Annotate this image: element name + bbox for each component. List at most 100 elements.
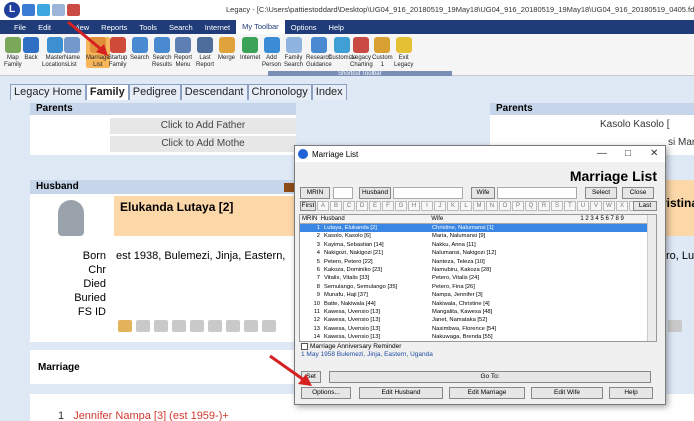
menu-options[interactable]: Options [285, 22, 323, 33]
maximize-button[interactable]: □ [625, 148, 631, 159]
minimize-button[interactable]: — [597, 148, 607, 159]
letter-r-button[interactable]: R [538, 201, 550, 211]
sources-icon[interactable] [208, 320, 222, 332]
spouses-icon[interactable] [154, 320, 168, 332]
letter-c-button[interactable]: C [343, 201, 355, 211]
tab-index[interactable]: Index [311, 84, 347, 100]
avatar[interactable] [58, 200, 84, 236]
wife-born-value[interactable]: ro, Luv [666, 250, 694, 262]
letter-q-button[interactable]: Q [525, 201, 537, 211]
ribbon-search-results-button[interactable]: Search Results [152, 37, 172, 68]
table-scrollbar[interactable] [647, 215, 656, 341]
letter-d-button[interactable]: D [356, 201, 368, 211]
children-icon[interactable] [172, 320, 186, 332]
letter-s-button[interactable]: S [551, 201, 563, 211]
table-row[interactable]: 12 Kawesa, Uvensio [13] Janet, Namataka [5… [300, 316, 656, 324]
first-button[interactable]: First [300, 201, 316, 211]
tab-legacy-home[interactable]: Legacy Home [10, 84, 86, 100]
letter-n-button[interactable]: N [486, 201, 498, 211]
table-row[interactable]: 13 Kawesa, Uvensio [13] Nasimbwa, Florence… [300, 325, 656, 333]
husband-search-input[interactable] [393, 187, 463, 199]
table-row[interactable]: 10 Batte, Nakiwala [44] Nakiwala, Christin… [300, 300, 656, 308]
letter-w-button[interactable]: W [603, 201, 615, 211]
menu-internet[interactable]: Internet [199, 22, 236, 33]
wife-search-input[interactable] [497, 187, 577, 199]
edit-wife-button[interactable]: Edit Wife [531, 387, 603, 399]
letter-h-button[interactable]: H [408, 201, 420, 211]
letter-o-button[interactable]: O [499, 201, 511, 211]
notes-icon[interactable] [190, 320, 204, 332]
close-window-button[interactable]: ✕ [650, 148, 658, 159]
anniversary-checkbox[interactable] [301, 343, 308, 350]
ribbon-name-list-button[interactable]: Name List [64, 37, 80, 68]
ribbon-map-family-button[interactable]: Map Family [4, 37, 22, 68]
pedigree-icon[interactable] [118, 320, 132, 332]
col-wife[interactable]: Wife [429, 215, 578, 223]
options-button[interactable]: Options... [301, 387, 351, 399]
menu-view[interactable]: View [67, 22, 95, 33]
born-value[interactable]: est 1938, Bulemezi, Jinja, Eastern, [116, 250, 294, 262]
letter-f-button[interactable]: F [382, 201, 394, 211]
table-row[interactable]: 2 Kasolo, Kasolo [6] Maria, Nalumansi [9] [300, 232, 656, 240]
ribbon-family-search-button[interactable]: Family Search [284, 37, 303, 68]
menu-tools[interactable]: Tools [133, 22, 163, 33]
legacy-logo-icon[interactable]: L [4, 2, 20, 18]
save-quick-icon[interactable] [52, 4, 65, 16]
edit-husband-button[interactable]: Edit Husband [359, 387, 443, 399]
menu-search[interactable]: Search [163, 22, 199, 33]
letter-m-button[interactable]: M [473, 201, 485, 211]
table-row[interactable]: 4 Nakigozi, Nakigozi [21] Nalumansi, Nakig… [300, 249, 656, 257]
menu-file[interactable]: File [8, 21, 33, 33]
husband-name-box[interactable]: Elukanda Lutaya [2] [114, 196, 296, 236]
menu-reports[interactable]: Reports [95, 22, 133, 33]
help-button[interactable]: Help [609, 387, 653, 399]
ribbon-marriage-list-button[interactable]: Marriage List [86, 37, 110, 68]
tab-chronology[interactable]: Chronology [247, 84, 312, 100]
forward-quick-icon[interactable] [37, 4, 50, 16]
ribbon-exit-legacy-button[interactable]: Exit Legacy [394, 37, 413, 68]
goto-button[interactable]: Go To: [329, 371, 651, 383]
table-row[interactable]: 11 Kawesa, Uvensio [13] Mangalita, Kawesa … [300, 308, 656, 316]
close-button[interactable]: Close [622, 187, 654, 199]
letter-p-button[interactable]: P [512, 201, 524, 211]
family-group-icon[interactable] [136, 320, 150, 332]
wife-father[interactable]: Kasolo Kasolo [ [600, 119, 670, 130]
table-row[interactable]: 7 Vitalis, Vitalis [33] Petero, Vitalis [2… [300, 274, 656, 282]
child-row[interactable]: 1 Jennifer Nampa [3] (est 1959-)+ [58, 410, 229, 421]
letter-l-button[interactable]: L [460, 201, 472, 211]
sort-husband-button[interactable]: Husband [359, 187, 391, 199]
ribbon-search-button[interactable]: Search [130, 37, 149, 62]
col-mrin-husband[interactable]: MRIN Husband [300, 215, 429, 223]
last-button[interactable]: Last [633, 201, 657, 211]
ribbon-legacy-charting-button[interactable]: Legacy Charting [350, 37, 373, 68]
table-row[interactable]: 1 Lutaya, Elukanda [2] Christine, Nalumans… [300, 224, 656, 233]
ribbon-startup-family-button[interactable]: Startup Family [108, 37, 127, 68]
letter-e-button[interactable]: E [369, 201, 381, 211]
table-row[interactable]: 14 Kawesa, Uvensio [13] Nakuwaga, Brenda [… [300, 333, 656, 341]
menu-my-toolbar[interactable]: My Toolbar [236, 20, 285, 34]
letter-j-button[interactable]: J [434, 201, 446, 211]
edit-marriage-button[interactable]: Edit Marriage [449, 387, 525, 399]
letter-v-button[interactable]: V [590, 201, 602, 211]
table-row[interactable]: 5 Petero, Petero [22] Nanteza, Teleza [10] [300, 258, 656, 266]
sort-wife-button[interactable]: Wife [471, 187, 495, 199]
back-quick-icon[interactable] [22, 4, 35, 16]
ribbon-back-button[interactable]: Back [23, 37, 39, 62]
media-icon[interactable] [226, 320, 240, 332]
child-name[interactable]: Jennifer Nampa [3] (est 1959-)+ [73, 410, 229, 421]
quick-access-menu-icon[interactable] [67, 4, 80, 16]
sort-mrin-button[interactable]: MRIN [300, 187, 330, 199]
select-button[interactable]: Select [585, 187, 617, 199]
table-row[interactable]: 6 Kakoza, Dominiko [23] Namubiru, Kakoza [… [300, 266, 656, 274]
letter-x-button[interactable]: X [616, 201, 628, 211]
menu-edit[interactable]: Edit [32, 22, 57, 33]
menu-help[interactable]: Help [323, 22, 350, 33]
table-row[interactable]: 3 Kayima, Sebastian [14] Nakku, Anna [11] [300, 241, 656, 249]
letter-a-button[interactable]: A [317, 201, 329, 211]
table-row[interactable]: 9 Munafu, Haji [37] Nampa, Jennifer [3] [300, 291, 656, 299]
add-father-button[interactable]: Click to Add Father [110, 118, 296, 134]
letter-k-button[interactable]: K [447, 201, 459, 211]
research-icon[interactable] [244, 320, 258, 332]
add-mother-button[interactable]: Click to Add Mothe [110, 136, 296, 152]
ribbon-internet-button[interactable]: Internet [240, 37, 260, 62]
